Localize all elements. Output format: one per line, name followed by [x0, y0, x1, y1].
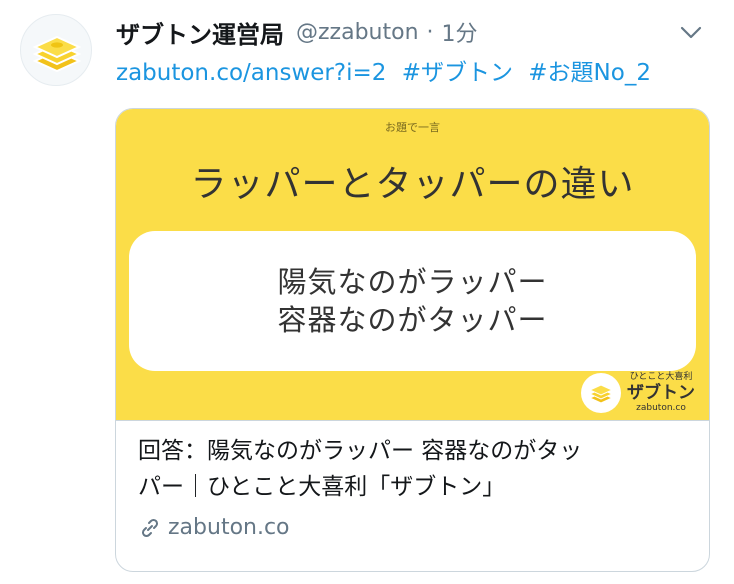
brand-text: ひとこと大喜利 ザブトン zabuton.co	[627, 372, 695, 414]
author-avatar[interactable]	[20, 14, 92, 86]
tweet-link[interactable]: zabuton.co/answer?i=2	[116, 60, 386, 86]
tweet-text: zabuton.co/answer?i=2 #ザブトン #お題No_2	[116, 56, 651, 90]
link-preview-card[interactable]: お題で一言 ラッパーとタッパーの違い 陽気なのがラッパー 容器なのがタッパー ひ…	[115, 108, 710, 572]
card-domain: zabuton.co	[138, 515, 687, 540]
brand-name: ザブトン	[627, 383, 695, 403]
tweet-timestamp[interactable]: 1分	[442, 16, 478, 48]
brand-domain: zabuton.co	[636, 403, 686, 413]
author-handle[interactable]: @zzabuton	[296, 20, 419, 45]
card-title-line-2: パー｜ひとこと大喜利「ザブトン」	[138, 474, 506, 500]
chevron-down-icon	[680, 26, 702, 39]
cushion-stack-icon	[588, 384, 614, 404]
topic-label: お題で一言	[385, 121, 440, 134]
author-name[interactable]: ザブトン運営局	[116, 15, 284, 50]
hashtag-zabuton[interactable]: #ザブトン	[402, 60, 513, 86]
tweet-header: ザブトン運営局 @zzabuton · 1分	[116, 12, 478, 52]
card-domain-text: zabuton.co	[168, 515, 290, 540]
answer-line-1: 陽気なのがラッパー	[277, 265, 548, 299]
tweet-menu-button[interactable]	[674, 18, 708, 48]
answer-line-2: 容器なのがタッパー	[277, 303, 548, 337]
cushion-stack-icon	[32, 35, 82, 73]
card-image[interactable]: お題で一言 ラッパーとタッパーの違い 陽気なのがラッパー 容器なのがタッパー ひ…	[116, 109, 709, 421]
card-body[interactable]: 回答：陽気なのがラッパー 容器なのがタッ パー｜ひとこと大喜利「ザブトン」 za…	[116, 421, 709, 540]
brand-logo	[581, 373, 621, 413]
brand-tagline: ひとこと大喜利	[629, 372, 693, 382]
hashtag-topic[interactable]: #お題No_2	[528, 60, 651, 86]
link-icon	[141, 518, 159, 537]
brand-mark: ひとこと大喜利 ザブトン zabuton.co	[581, 372, 695, 414]
separator-dot: ·	[426, 19, 434, 45]
topic-title: ラッパーとタッパーの違い	[190, 164, 635, 205]
card-title-line-1: 回答：陽気なのがラッパー 容器なのがタッ	[138, 438, 583, 464]
card-title: 回答：陽気なのがラッパー 容器なのがタッ パー｜ひとこと大喜利「ザブトン」	[138, 433, 687, 505]
answer-box: 陽気なのがラッパー 容器なのがタッパー	[129, 231, 696, 371]
